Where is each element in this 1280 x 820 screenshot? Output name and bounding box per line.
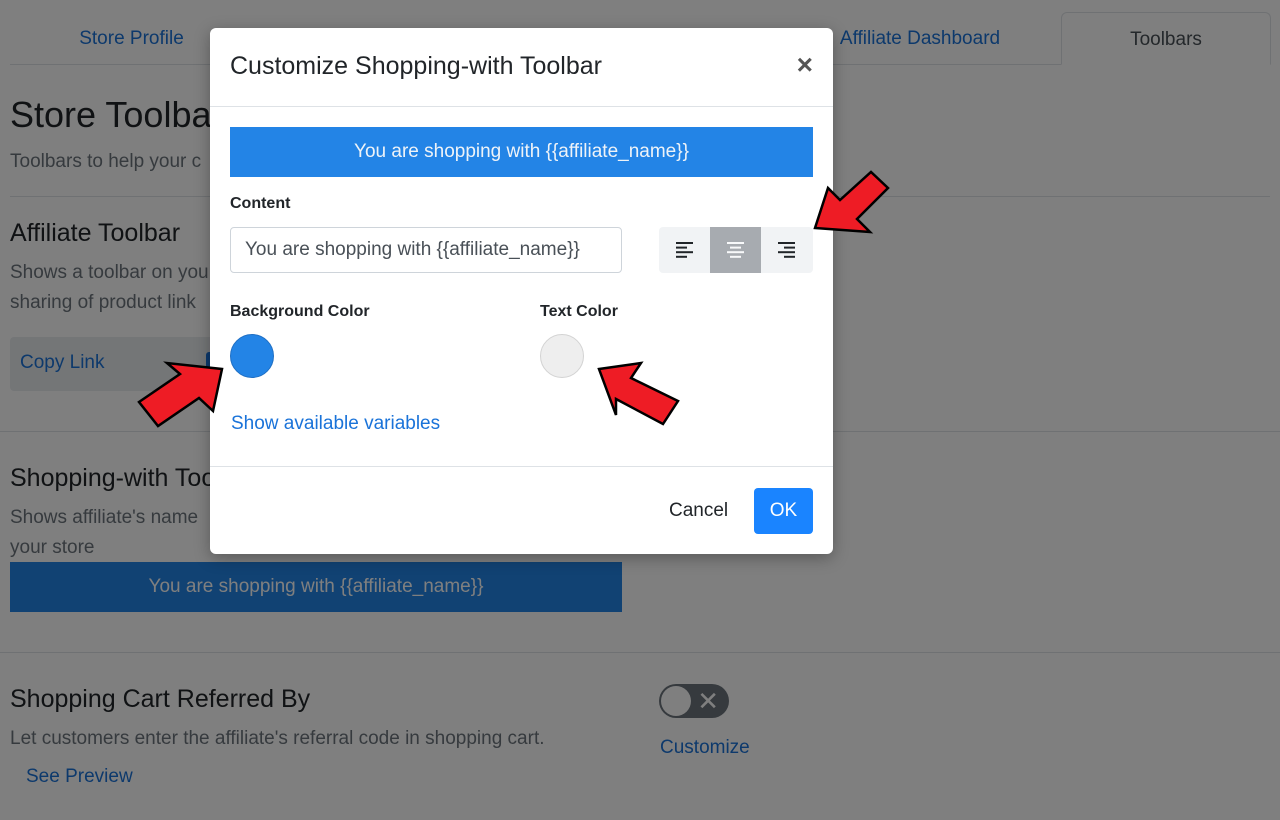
align-left-button[interactable] — [659, 227, 710, 273]
align-center-icon — [727, 242, 744, 258]
modal-footer: Cancel OK — [210, 466, 833, 555]
toolbar-preview: You are shopping with {{affiliate_name}} — [230, 127, 813, 177]
background-color-swatch[interactable] — [230, 334, 274, 378]
show-variables-link[interactable]: Show available variables — [231, 413, 440, 435]
align-left-icon — [676, 242, 693, 258]
text-color-label: Text Color — [540, 303, 618, 320]
background-color-label: Background Color — [230, 303, 370, 320]
ok-button[interactable]: OK — [754, 488, 813, 534]
close-icon[interactable]: × — [797, 50, 813, 80]
modal-title: Customize Shopping-with Toolbar — [230, 52, 602, 80]
customize-toolbar-modal: Customize Shopping-with Toolbar × You ar… — [210, 28, 833, 554]
content-input[interactable] — [230, 227, 622, 273]
text-color-swatch[interactable] — [540, 334, 584, 378]
align-right-icon — [778, 242, 795, 258]
align-center-button[interactable] — [710, 227, 761, 273]
align-right-button[interactable] — [761, 227, 812, 273]
cancel-button[interactable]: Cancel — [656, 488, 741, 534]
modal-header: Customize Shopping-with Toolbar × — [210, 28, 833, 107]
alignment-button-group — [659, 227, 813, 273]
content-label: Content — [230, 195, 291, 212]
